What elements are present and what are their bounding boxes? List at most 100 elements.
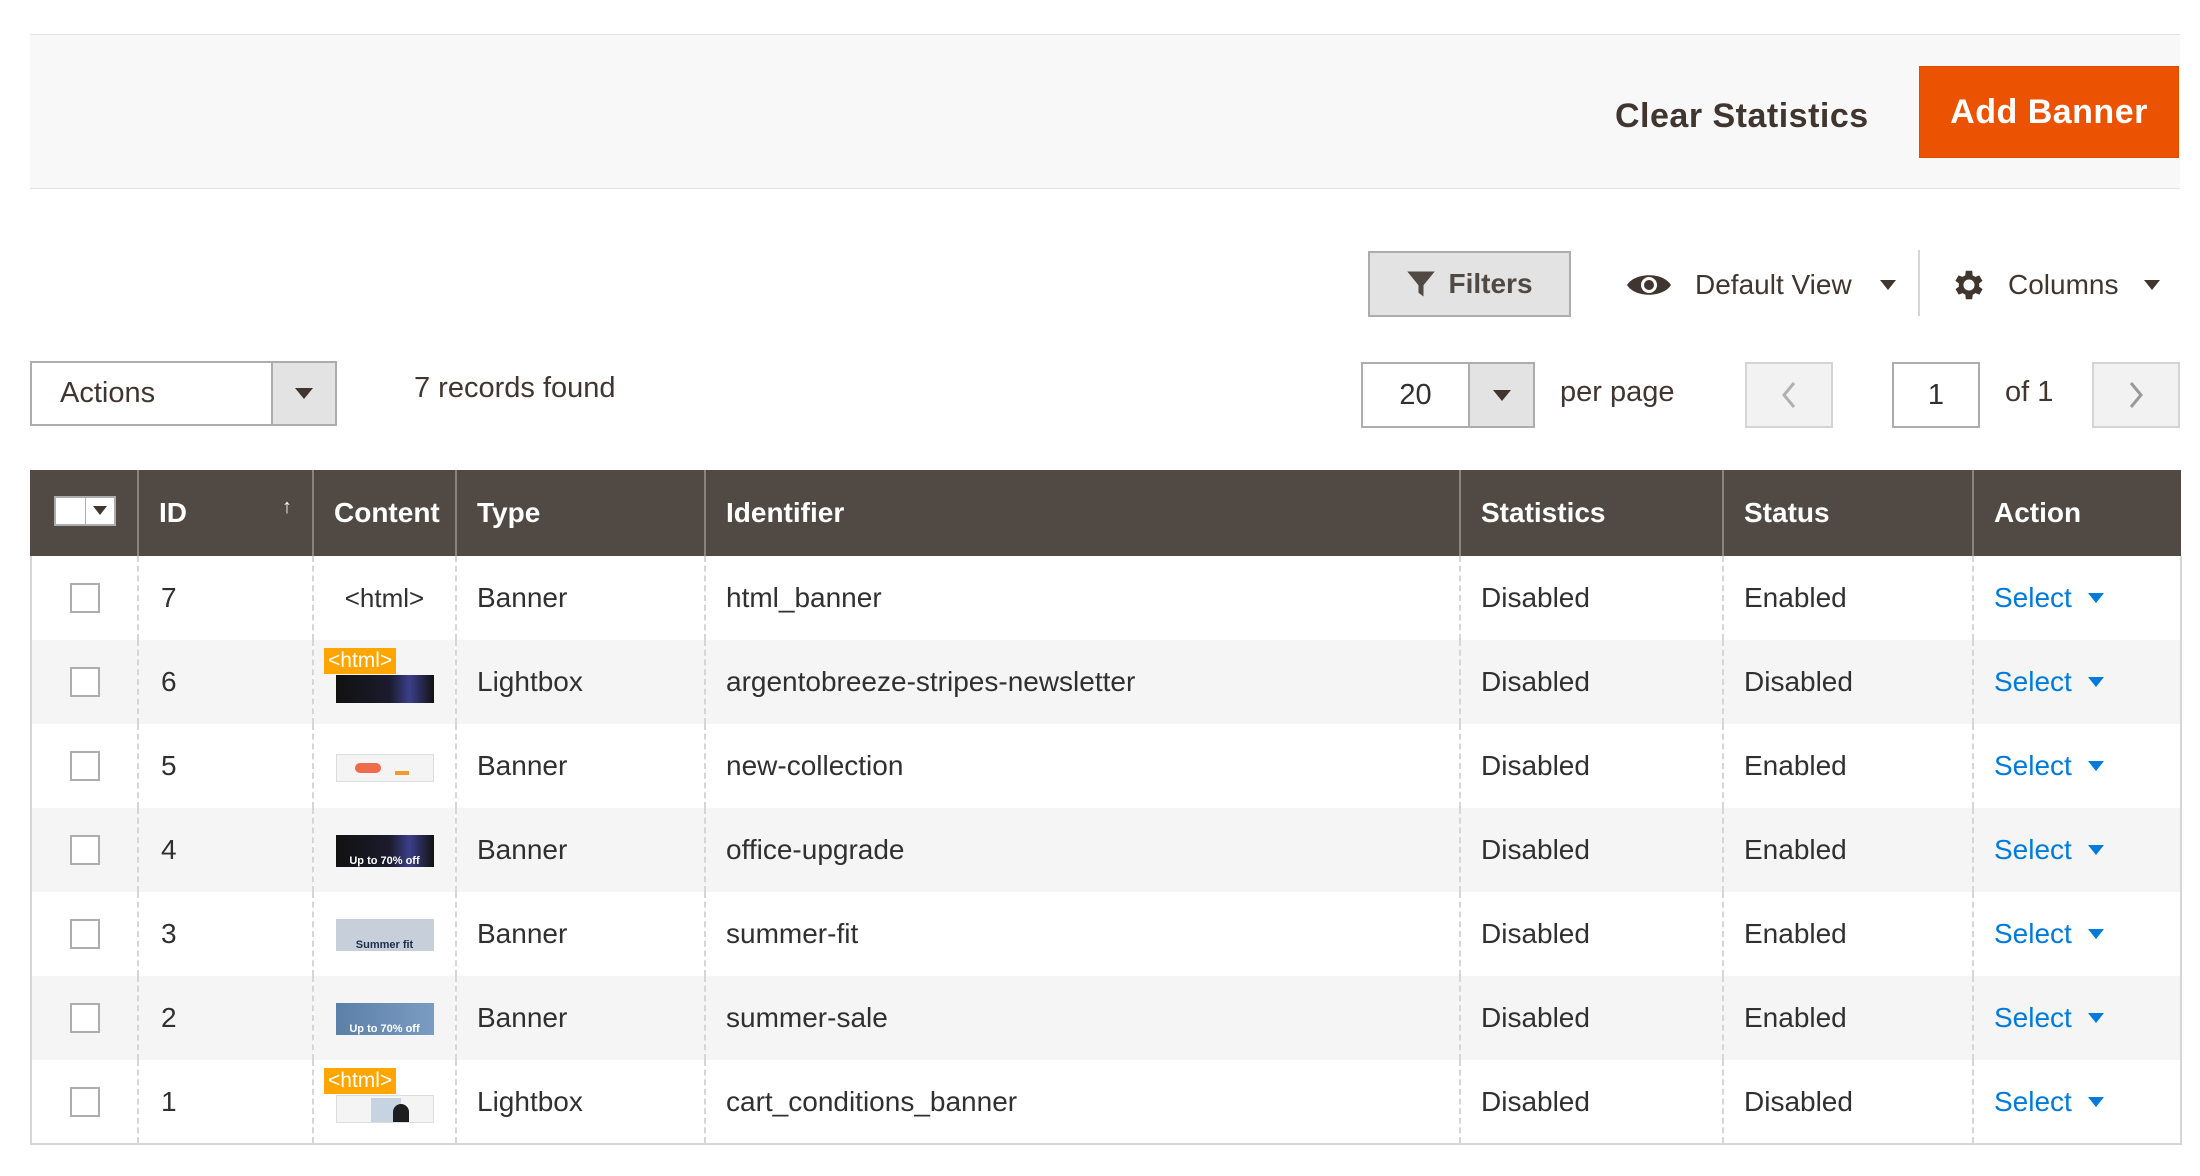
row-checkbox[interactable]	[70, 751, 100, 781]
content-cell: <html>	[312, 640, 456, 724]
banner-thumbnail	[335, 675, 434, 703]
table-row: 2 Up to 70% off Banner summer-sale Disab…	[30, 976, 2182, 1060]
row-action-label: Select	[1994, 834, 2072, 865]
row-action-select[interactable]: Select	[1994, 1086, 2104, 1118]
grid-header-row: ID ↑ Content Type Identifier Statistics S…	[30, 470, 2181, 556]
caret-down-icon	[2087, 1013, 2104, 1023]
type-cell: Banner	[455, 556, 705, 640]
action-cell: Select	[1972, 556, 2182, 640]
mass-select-box[interactable]	[56, 497, 86, 524]
id-cell: 5	[137, 724, 313, 808]
statistics-cell: Disabled	[1459, 556, 1723, 640]
chevron-left-icon	[1782, 382, 1796, 408]
content-cell: <html>	[312, 1060, 456, 1145]
content-cell	[312, 724, 456, 808]
status-cell: Enabled	[1722, 892, 1973, 976]
status-cell: Enabled	[1722, 808, 1973, 892]
type-cell: Banner	[455, 724, 705, 808]
thumbnail-shoe-graphic	[354, 762, 381, 773]
caret-down-icon	[2087, 593, 2104, 603]
row-action-select[interactable]: Select	[1994, 666, 2104, 698]
columns-switcher[interactable]: Columns	[1950, 262, 2161, 308]
id-cell: 6	[137, 640, 313, 724]
row-action-select[interactable]: Select	[1994, 834, 2104, 866]
action-cell: Select	[1972, 640, 2182, 724]
column-header-type[interactable]: Type	[455, 470, 705, 556]
row-action-select[interactable]: Select	[1994, 918, 2104, 950]
caret-down-icon	[1492, 389, 1511, 401]
row-action-select[interactable]: Select	[1994, 582, 2104, 614]
clear-statistics-button[interactable]: Clear Statistics	[1595, 93, 1889, 139]
thumbnail-person-graphic	[392, 1103, 409, 1122]
column-header-status[interactable]: Status	[1722, 470, 1973, 556]
column-header-id[interactable]: ID ↑	[137, 470, 313, 556]
type-cell: Banner	[455, 808, 705, 892]
banner-thumbnail: Summer fit	[335, 918, 434, 951]
mass-select-checkbox[interactable]	[54, 495, 116, 526]
statistics-cell: Disabled	[1459, 1060, 1723, 1145]
row-select-cell	[30, 892, 138, 976]
row-select-cell	[30, 808, 138, 892]
per-page-dropdown-toggle[interactable]	[1468, 364, 1533, 426]
row-select-cell	[30, 640, 138, 724]
caret-down-icon	[2087, 677, 2104, 687]
html-badge: <html>	[324, 648, 397, 674]
row-checkbox[interactable]	[70, 919, 100, 949]
per-page-select[interactable]: 20	[1361, 362, 1535, 428]
column-header-content[interactable]: Content	[312, 470, 456, 556]
row-checkbox[interactable]	[70, 835, 100, 865]
type-cell: Banner	[455, 976, 705, 1060]
per-page-value: 20	[1399, 378, 1432, 411]
row-checkbox[interactable]	[70, 583, 100, 613]
row-action-select[interactable]: Select	[1994, 1002, 2104, 1034]
content-cell: Summer fit	[312, 892, 456, 976]
filters-label: Filters	[1448, 268, 1533, 299]
id-cell: 4	[137, 808, 313, 892]
statistics-cell: Disabled	[1459, 724, 1723, 808]
thumbnail-caption: Up to 70% off	[349, 854, 420, 867]
banners-grid: ID ↑ Content Type Identifier Statistics S…	[30, 470, 2182, 1145]
status-cell: Enabled	[1722, 556, 1973, 640]
statistics-cell: Disabled	[1459, 808, 1723, 892]
column-header-identifier[interactable]: Identifier	[704, 470, 1460, 556]
add-banner-button[interactable]: Add Banner	[1919, 66, 2179, 158]
content-cell: <html>	[312, 556, 456, 640]
row-action-select[interactable]: Select	[1994, 750, 2104, 782]
statistics-cell: Disabled	[1459, 640, 1723, 724]
identifier-cell: argentobreeze-stripes-newsletter	[704, 640, 1460, 724]
content-cell: Up to 70% off	[312, 976, 456, 1060]
caret-down-icon	[2087, 1096, 2104, 1107]
table-row: 1 <html> Lightbox cart_conditions_banner…	[30, 1060, 2182, 1145]
identifier-cell: cart_conditions_banner	[704, 1060, 1460, 1145]
html-badge: <html>	[324, 1068, 397, 1094]
table-row: 6 <html> Lightbox argentobreeze-stripes-…	[30, 640, 2182, 724]
previous-page-button[interactable]	[1745, 362, 1833, 428]
current-page-input[interactable]	[1892, 362, 1980, 428]
row-checkbox[interactable]	[70, 1086, 100, 1117]
next-page-button[interactable]	[2092, 362, 2180, 428]
row-checkbox[interactable]	[70, 1003, 100, 1033]
status-cell: Enabled	[1722, 976, 1973, 1060]
view-switcher[interactable]: Default View	[1625, 262, 1896, 308]
row-action-label: Select	[1994, 918, 2072, 949]
action-cell: Select	[1972, 808, 2182, 892]
caret-down-icon	[295, 388, 313, 399]
records-found: 7 records found	[414, 372, 616, 404]
mass-select-dropdown[interactable]	[85, 497, 114, 524]
type-cell: Banner	[455, 892, 705, 976]
toolbar-divider	[1918, 250, 1920, 316]
identifier-cell: summer-sale	[704, 976, 1460, 1060]
actions-label: Actions	[60, 377, 156, 409]
filters-button[interactable]: Filters	[1368, 251, 1571, 317]
banner-thumbnail: Up to 70% off	[335, 834, 434, 867]
row-select-cell	[30, 976, 138, 1060]
caret-down-icon	[2087, 929, 2104, 939]
row-action-label: Select	[1994, 1002, 2072, 1033]
columns-label: Columns	[2008, 269, 2119, 300]
action-cell: Select	[1972, 724, 2182, 808]
column-header-statistics[interactable]: Statistics	[1459, 470, 1723, 556]
id-cell: 7	[137, 556, 313, 640]
mass-actions-select[interactable]: Actions	[30, 361, 337, 426]
actions-dropdown-toggle[interactable]	[271, 363, 335, 424]
row-checkbox[interactable]	[70, 667, 100, 697]
